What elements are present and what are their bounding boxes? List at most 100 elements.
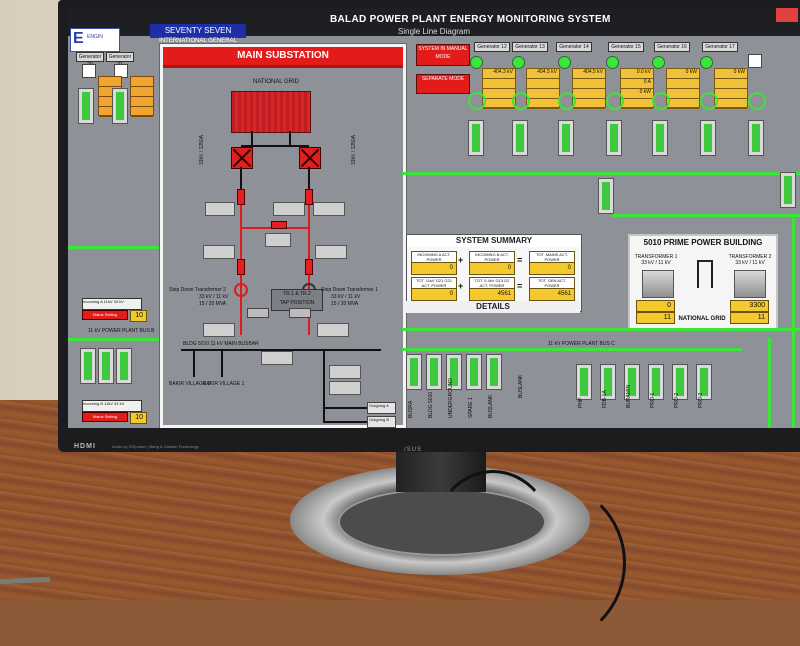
left-tx-breaker[interactable] [237, 259, 245, 275]
outgoing-b-box[interactable]: Outgoing B [367, 416, 396, 428]
meter-panel[interactable] [315, 245, 347, 259]
client-name: SEVENTY SEVEN [150, 24, 246, 38]
meter-panel[interactable] [205, 202, 235, 216]
meter-panel[interactable] [329, 381, 361, 395]
transformer-2-title: TRANSFORMER 2 33 kV / 11 kV [728, 254, 772, 266]
feeder-buslank[interactable] [486, 354, 502, 390]
generator-values: 0.0 kV 0 A0 kW [620, 68, 654, 109]
feeder-breaker[interactable] [80, 348, 96, 384]
transformer-1-image[interactable] [642, 270, 674, 298]
feeder-label: SPARE 1 [468, 397, 474, 418]
feeder-breaker[interactable] [468, 120, 484, 156]
transformer-2-label: Step Down Transformer 2 [169, 287, 226, 293]
generator-transformer[interactable] [652, 92, 670, 110]
transformer-2-image[interactable] [734, 270, 766, 298]
meter-panel[interactable] [313, 202, 345, 216]
details-button[interactable]: DETAILS [406, 301, 580, 313]
generator-transformer[interactable] [748, 92, 766, 110]
manual-mode-indicator[interactable]: SYSTEM IN MANUAL MODE [416, 44, 470, 66]
right-breaker-label: 33kV / 1250A [351, 134, 357, 165]
generator-tab[interactable]: Generator 16 [654, 42, 690, 52]
grid-breaker-right[interactable] [299, 147, 321, 169]
tap-up-button[interactable] [289, 308, 311, 318]
left-breaker-label: 33kV / 1250A [199, 134, 205, 165]
main-substation-popup: MAIN SUBSTATION NATIONAL GRID 33kV / 125… [160, 44, 406, 428]
generator-transformer[interactable] [700, 92, 718, 110]
bus-meter[interactable] [261, 351, 293, 365]
mains-setting-badge-b[interactable]: Mains Setting [82, 412, 128, 422]
feeder-breaker[interactable] [606, 120, 622, 156]
bus-b-line [68, 338, 160, 341]
feeder-breaker[interactable] [700, 120, 716, 156]
incoming-b-box: Incoming B 11kV 33 kV [82, 400, 142, 412]
feeder-breaker[interactable] [558, 120, 574, 156]
diagram-subtitle: Single Line Diagram [398, 27, 471, 36]
generator-icon[interactable] [606, 56, 619, 69]
generator-icon[interactable] [82, 64, 96, 78]
generator-tab[interactable]: Generator 20 [76, 52, 104, 68]
generator-tab[interactable]: Generator 13 [512, 42, 548, 52]
incoming-b-value: 10 [130, 412, 147, 424]
generator-values: 404.3 kV [482, 68, 516, 109]
meter-panel[interactable] [203, 323, 235, 337]
feeder-breaker[interactable] [780, 172, 796, 208]
feeder-breaker[interactable] [652, 120, 668, 156]
right-circuit-breaker[interactable] [305, 189, 313, 205]
tie-meter[interactable] [265, 233, 291, 247]
outgoing-a-box[interactable]: Outgoing A [367, 402, 396, 414]
generator-transformer[interactable] [558, 92, 576, 110]
generator-icon[interactable] [700, 56, 713, 69]
feeder-spare-1[interactable] [466, 354, 482, 390]
feeder-label: BUSRA [408, 400, 414, 418]
meter-panel[interactable] [203, 245, 235, 259]
bus-coupler[interactable] [598, 178, 614, 214]
right-tx-breaker[interactable] [305, 259, 313, 275]
generator-tab[interactable]: Generator 14 [556, 42, 592, 52]
left-circuit-breaker[interactable] [237, 189, 245, 205]
transformer-2-symbol[interactable] [234, 283, 248, 297]
feeder-php[interactable] [576, 364, 592, 400]
transformer-1-mva: 15 / 20 MVA [331, 301, 359, 307]
generator-values: 0 kW [666, 68, 700, 109]
prime-national-grid-label: NATIONAL GRID [678, 316, 726, 322]
separate-mode-indicator[interactable]: SEPARATE MODE [416, 74, 470, 94]
mains-total-power: TOT. MAINS ACT. POWER 0 [529, 251, 575, 275]
incoming-a-value: 10 [130, 310, 147, 322]
green-link-lower [402, 328, 800, 331]
generator-transformer[interactable] [468, 92, 486, 110]
feeder-label: PRO-1 [650, 392, 656, 408]
feeder-breaker[interactable] [78, 88, 94, 124]
feeder-bldg-5010[interactable] [426, 354, 442, 390]
transformer-1-label: Step Down Transformer 1 [321, 287, 378, 293]
feeder-breaker[interactable] [98, 348, 114, 384]
generator-tab[interactable]: Generator 17 [702, 42, 738, 52]
tie-breaker[interactable] [271, 221, 287, 229]
incoming-a-box: Incoming A 11kV 33 kV [82, 298, 142, 310]
meter-panel[interactable] [317, 323, 349, 337]
feeder-breaker[interactable] [512, 120, 528, 156]
generator-tab[interactable]: Generator 15 [608, 42, 644, 52]
tap-down-button[interactable] [247, 308, 269, 318]
national-grid-block[interactable] [231, 91, 311, 133]
transformer-2-voltage: 11 [730, 312, 769, 324]
meter-panel[interactable] [329, 365, 361, 379]
feeder-breaker[interactable] [112, 88, 128, 124]
feeder-label: FDB-1A [602, 390, 608, 408]
feeder-line [221, 349, 223, 377]
generator-icon[interactable] [748, 54, 762, 68]
generator-tab[interactable]: Generator 12 [474, 42, 510, 52]
feeder-breaker[interactable] [116, 348, 132, 384]
feeder-label: PRO-3 [698, 392, 704, 408]
feeder-breaker[interactable] [748, 120, 764, 156]
close-button[interactable] [776, 8, 798, 22]
generator-transformer[interactable] [606, 92, 624, 110]
feeder-busra[interactable] [406, 354, 422, 390]
generator-tab[interactable]: Generator 21 [106, 52, 134, 68]
right-feed [308, 167, 310, 189]
meter-panel[interactable] [273, 202, 305, 216]
prime-building-title: 5010 PRIME POWER BUILDING [643, 238, 763, 247]
green-riser [768, 338, 771, 428]
grid-breaker-left[interactable] [231, 147, 253, 169]
mains-setting-badge[interactable]: Mains Setting [82, 310, 128, 320]
generator-transformer[interactable] [512, 92, 530, 110]
